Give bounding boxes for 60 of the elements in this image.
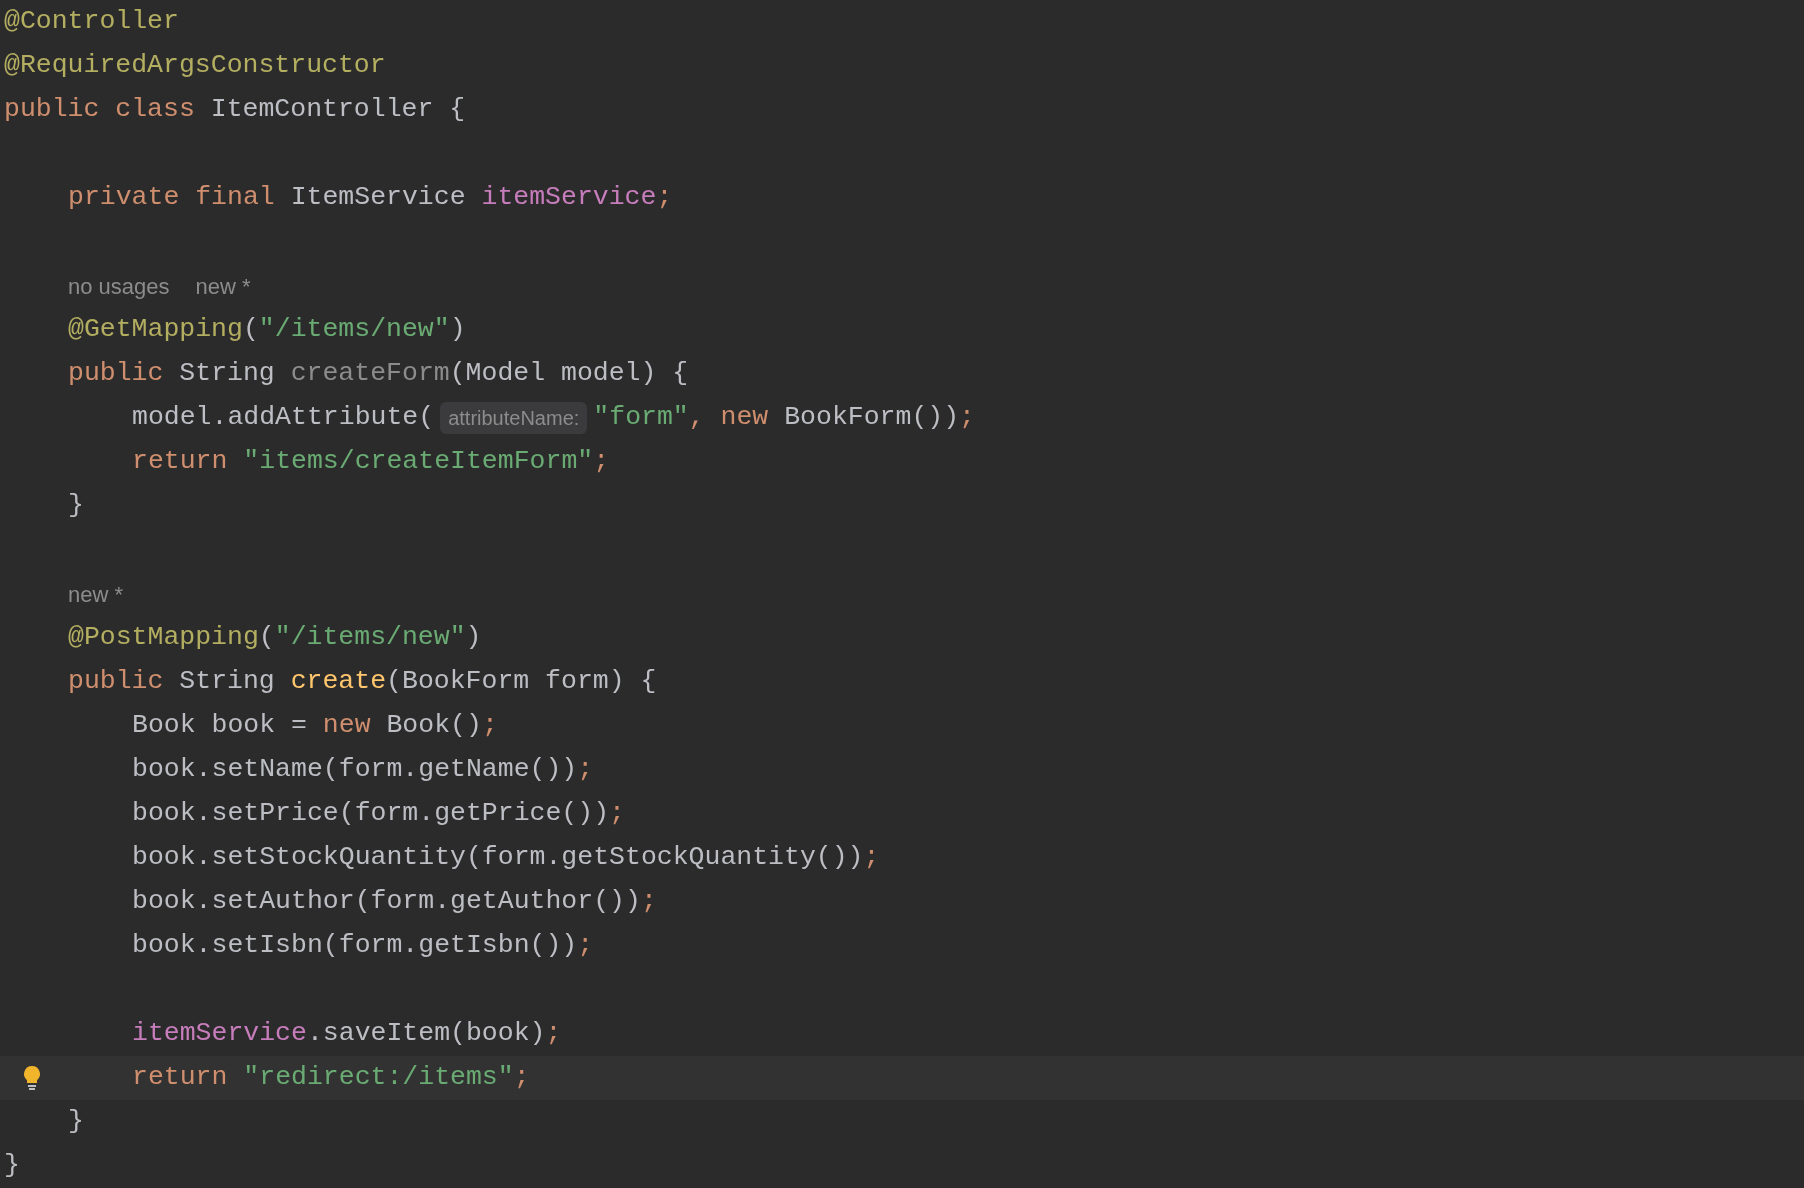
keyword-text: ;	[640, 885, 657, 919]
unused-method-name: createForm	[290, 357, 450, 391]
code-text: book.setAuthor(form.getAuthor())	[132, 885, 641, 919]
keyword-text: ;	[656, 181, 673, 215]
keyword-text: ;	[577, 753, 594, 787]
keyword-text: return	[132, 1061, 229, 1095]
keyword-text: public	[68, 665, 165, 699]
keyword-text: new	[322, 709, 372, 743]
string-literal: "/items/new"	[274, 621, 466, 655]
annotation-text: @RequiredArgsConstructor	[4, 49, 386, 83]
string-literal: "/items/new"	[258, 313, 450, 347]
code-text: }	[68, 1105, 84, 1139]
lightbulb-icon[interactable]	[22, 1065, 42, 1091]
keyword-text: ;	[545, 1017, 562, 1051]
code-text: }	[68, 489, 84, 523]
inlay-hint[interactable]: new *	[195, 269, 251, 303]
code-text: (BookForm form) {	[386, 665, 657, 699]
code-text: book.setName(form.getName())	[132, 753, 578, 787]
code-text: (Model model) {	[449, 357, 689, 391]
keyword-text: ;	[481, 709, 498, 743]
code-text: Book book =	[132, 709, 308, 743]
keyword-text: return	[132, 445, 229, 479]
keyword-text: ;	[609, 797, 625, 831]
code-text: model.addAttribute(	[132, 401, 435, 435]
keyword-text: public	[68, 357, 165, 391]
code-text: book.setStockQuantity(form.getStockQuantity())	[132, 841, 864, 875]
code-text: }	[4, 1149, 20, 1183]
code-text: Book()	[386, 709, 482, 743]
keyword-text: private final	[68, 181, 276, 215]
annotation-text: @Controller	[4, 5, 179, 39]
keyword-text: ;	[863, 841, 880, 875]
code-text: (	[242, 313, 259, 347]
code-text: BookForm())	[784, 401, 960, 435]
field-name: itemService	[481, 181, 657, 215]
code-text: ItemService	[290, 181, 467, 215]
inlay-hint[interactable]: no usages	[68, 269, 170, 303]
field-name: itemService	[132, 1017, 307, 1051]
keyword-text: public class	[4, 93, 196, 127]
code-text: String	[179, 665, 276, 699]
code-text: book.setPrice(form.getPrice())	[132, 797, 610, 831]
string-literal: "form"	[593, 401, 689, 435]
keyword-text: ;	[593, 445, 610, 479]
annotation-text: @PostMapping	[68, 621, 259, 655]
keyword-text: ;	[959, 401, 975, 435]
code-text: )	[449, 313, 466, 347]
string-literal: "redirect:/items"	[243, 1061, 514, 1095]
code-text: (	[258, 621, 275, 655]
keyword-text: ;	[577, 929, 594, 963]
code-text: .saveItem(book)	[306, 1017, 546, 1051]
parameter-hint: attributeName:	[440, 402, 588, 434]
string-literal: "items/createItemForm"	[243, 445, 594, 479]
code-text: book.setIsbn(form.getIsbn())	[132, 929, 578, 963]
keyword-text: ;	[513, 1061, 530, 1095]
annotation-text: @GetMapping	[68, 313, 243, 347]
method-name: create	[290, 665, 387, 699]
code-text: ItemController {	[210, 93, 466, 127]
code-text: )	[465, 621, 482, 655]
code-text: String	[179, 357, 276, 391]
inlay-hint[interactable]: new *	[68, 577, 124, 611]
keyword-text: , new	[688, 401, 770, 435]
